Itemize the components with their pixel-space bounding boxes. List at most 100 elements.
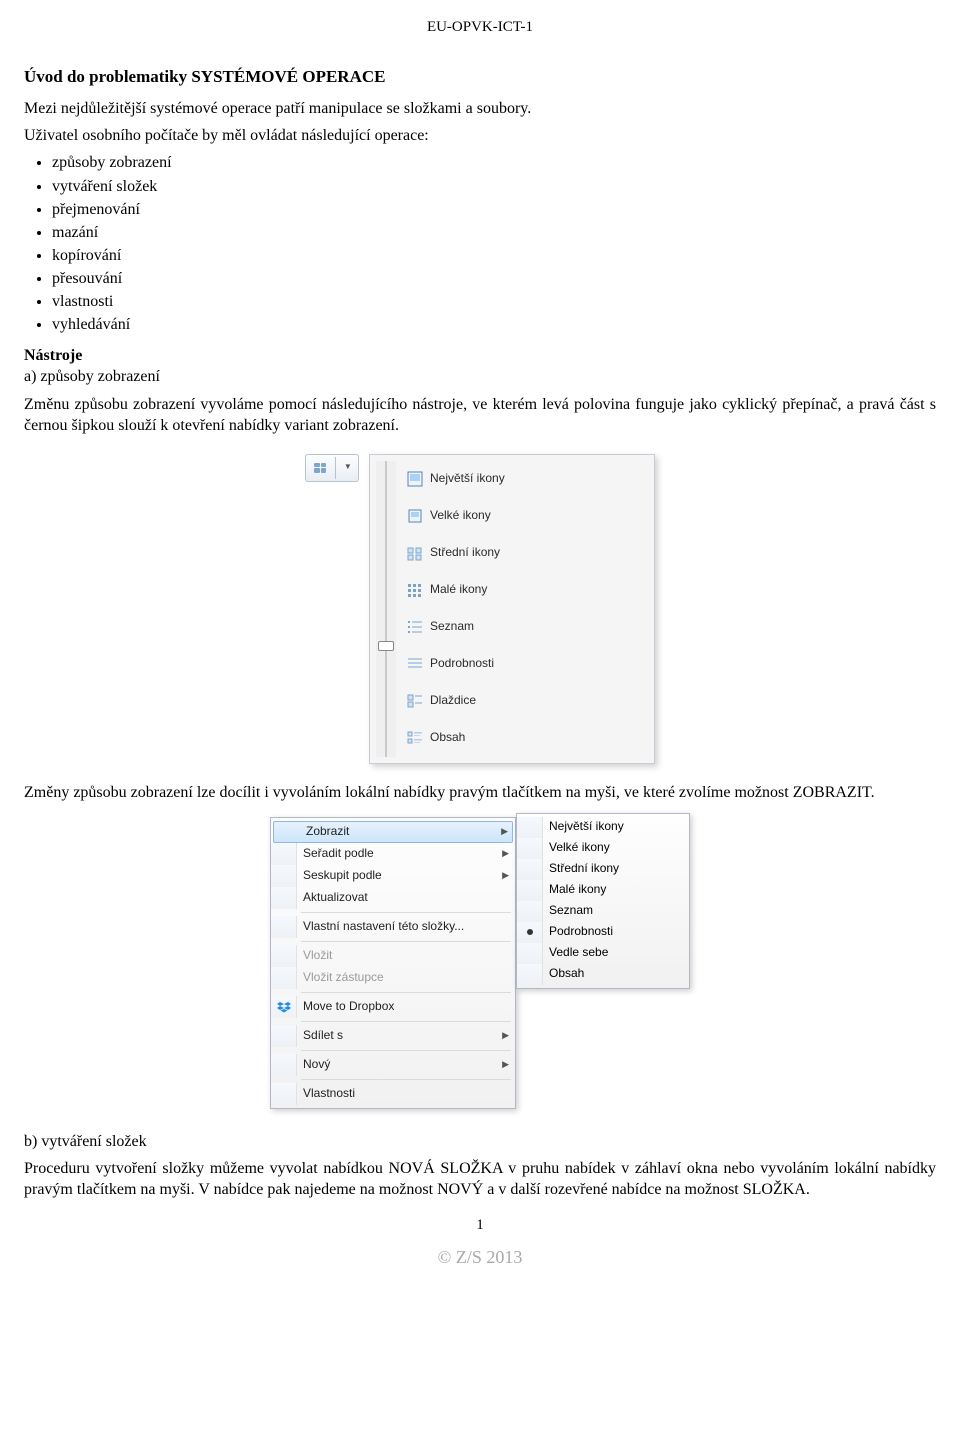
- menu-item-new[interactable]: Nový▶: [271, 1054, 515, 1076]
- menu-item-label: Sdílet s: [303, 1028, 498, 1044]
- view-picker-figure: ▼ Největší ikony Velké ikony Střední ikony…: [305, 454, 655, 764]
- menu-item-label: Nový: [303, 1057, 498, 1073]
- submenu-item-side-by-side[interactable]: Vedle sebe: [517, 943, 689, 964]
- blank-icon: [271, 945, 297, 967]
- blank-icon: [517, 880, 543, 901]
- menu-item-sort[interactable]: Seřadit podle▶: [271, 843, 515, 865]
- b-label: b) vytváření složek: [24, 1131, 936, 1152]
- a-label: a) způsoby zobrazení: [24, 366, 936, 387]
- blank-icon: [517, 817, 543, 838]
- view-option-large-icons[interactable]: Velké ikony: [402, 498, 648, 535]
- view-size-slider[interactable]: [376, 461, 396, 757]
- chevron-right-icon: ▶: [497, 826, 508, 838]
- blank-icon: [274, 822, 300, 842]
- details-icon: [406, 655, 424, 673]
- footer: © Z/S 2013: [24, 1246, 936, 1270]
- submenu-item-details[interactable]: Podrobnosti: [517, 922, 689, 943]
- menu-item-group[interactable]: Seskupit podle▶: [271, 865, 515, 887]
- submenu-item-list[interactable]: Seznam: [517, 901, 689, 922]
- submenu-item-label: Seznam: [549, 903, 593, 919]
- view-option-small-icons[interactable]: Malé ikony: [402, 572, 648, 609]
- view-cycle-icon: [307, 457, 333, 479]
- small-icons-icon: [406, 581, 424, 599]
- menu-item-label: Zobrazit: [306, 824, 497, 840]
- blank-icon: [271, 887, 297, 909]
- view-option-label: Obsah: [430, 730, 465, 746]
- list-item: mazání: [52, 222, 936, 243]
- submenu-item-medium-icons[interactable]: Střední ikony: [517, 859, 689, 880]
- list-item: přesouvání: [52, 268, 936, 289]
- blank-icon: [271, 865, 297, 887]
- largest-icons-icon: [406, 470, 424, 488]
- list-item: kopírování: [52, 245, 936, 266]
- menu-item-view[interactable]: Zobrazit▶: [273, 821, 513, 843]
- view-option-medium-icons[interactable]: Střední ikony: [402, 535, 648, 572]
- menu-item-label: Seskupit podle: [303, 868, 498, 884]
- view-option-content[interactable]: Obsah: [402, 720, 648, 757]
- list-icon: [406, 618, 424, 636]
- a-text: Změnu způsobu zobrazení vyvoláme pomocí …: [24, 394, 936, 436]
- view-options-panel: Největší ikony Velké ikony Střední ikony Ma…: [369, 454, 655, 764]
- b-text: Proceduru vytvoření složky můžeme vyvola…: [24, 1158, 936, 1200]
- menu-item-label: Seřadit podle: [303, 846, 498, 862]
- blank-icon: [271, 1083, 297, 1105]
- operations-list: způsoby zobrazenívytváření složekpřejmen…: [24, 152, 936, 335]
- dropbox-icon: [271, 996, 297, 1018]
- submenu-item-label: Malé ikony: [549, 882, 606, 898]
- view-option-label: Největší ikony: [430, 471, 505, 487]
- list-item: způsoby zobrazení: [52, 152, 936, 173]
- menu-item-share[interactable]: Sdílet s▶: [271, 1025, 515, 1047]
- content-icon: [406, 729, 424, 747]
- view-option-details[interactable]: Podrobnosti: [402, 646, 648, 683]
- chevron-right-icon: ▶: [498, 1059, 509, 1071]
- submenu-item-content[interactable]: Obsah: [517, 964, 689, 985]
- menu-separator: [301, 1079, 511, 1080]
- submenu-item-small-icons[interactable]: Malé ikony: [517, 880, 689, 901]
- menu-item-label: Vložit zástupce: [303, 970, 509, 986]
- blank-icon: [271, 916, 297, 938]
- submenu-item-label: Obsah: [549, 966, 584, 982]
- list-item: vlastnosti: [52, 291, 936, 312]
- menu-item-refresh[interactable]: Aktualizovat: [271, 887, 515, 909]
- mid-text: Změny způsobu zobrazení lze docílit i vy…: [24, 782, 936, 803]
- submenu-item-largest-icons[interactable]: Největší ikony: [517, 817, 689, 838]
- view-option-largest-icons[interactable]: Největší ikony: [402, 461, 648, 498]
- menu-item-paste: Vložit: [271, 945, 515, 967]
- menu-item-label: Vlastní nastavení této složky...: [303, 919, 509, 935]
- menu-separator: [301, 941, 511, 942]
- radio-selected-icon: [517, 922, 543, 943]
- menu-item-label: Vložit: [303, 948, 509, 964]
- view-option-list[interactable]: Seznam: [402, 609, 648, 646]
- slider-thumb[interactable]: [378, 641, 394, 651]
- tiles-icon: [406, 692, 424, 710]
- menu-item-dropbox[interactable]: Move to Dropbox: [271, 996, 515, 1018]
- blank-icon: [271, 1025, 297, 1047]
- blank-icon: [517, 838, 543, 859]
- blank-icon: [517, 964, 543, 985]
- chevron-right-icon: ▶: [498, 848, 509, 860]
- menu-item-paste-shortcut: Vložit zástupce: [271, 967, 515, 989]
- context-menu-figure: Zobrazit▶Seřadit podle▶Seskupit podle▶Ak…: [270, 817, 690, 1109]
- large-icons-icon: [406, 507, 424, 525]
- page-number: 1: [24, 1216, 936, 1236]
- menu-item-custom-folder[interactable]: Vlastní nastavení této složky...: [271, 916, 515, 938]
- submenu-item-large-icons[interactable]: Velké ikony: [517, 838, 689, 859]
- page-title: Úvod do problematiky SYSTÉMOVÉ OPERACE: [24, 66, 936, 88]
- blank-icon: [517, 943, 543, 964]
- chevron-down-icon[interactable]: ▼: [339, 457, 357, 479]
- menu-item-label: Move to Dropbox: [303, 999, 509, 1015]
- view-option-label: Malé ikony: [430, 582, 487, 598]
- tools-label: Nástroje: [24, 345, 936, 366]
- view-option-label: Střední ikony: [430, 545, 500, 561]
- view-toggle-button[interactable]: ▼: [305, 454, 359, 482]
- blank-icon: [517, 859, 543, 880]
- view-option-label: Seznam: [430, 619, 474, 635]
- view-option-tiles[interactable]: Dlaždice: [402, 683, 648, 720]
- intro-1: Mezi nejdůležitější systémové operace pa…: [24, 98, 936, 119]
- blank-icon: [517, 901, 543, 922]
- view-option-label: Dlaždice: [430, 693, 476, 709]
- menu-separator: [301, 1050, 511, 1051]
- submenu-item-label: Podrobnosti: [549, 924, 613, 940]
- medium-icons-icon: [406, 544, 424, 562]
- menu-item-properties[interactable]: Vlastnosti: [271, 1083, 515, 1105]
